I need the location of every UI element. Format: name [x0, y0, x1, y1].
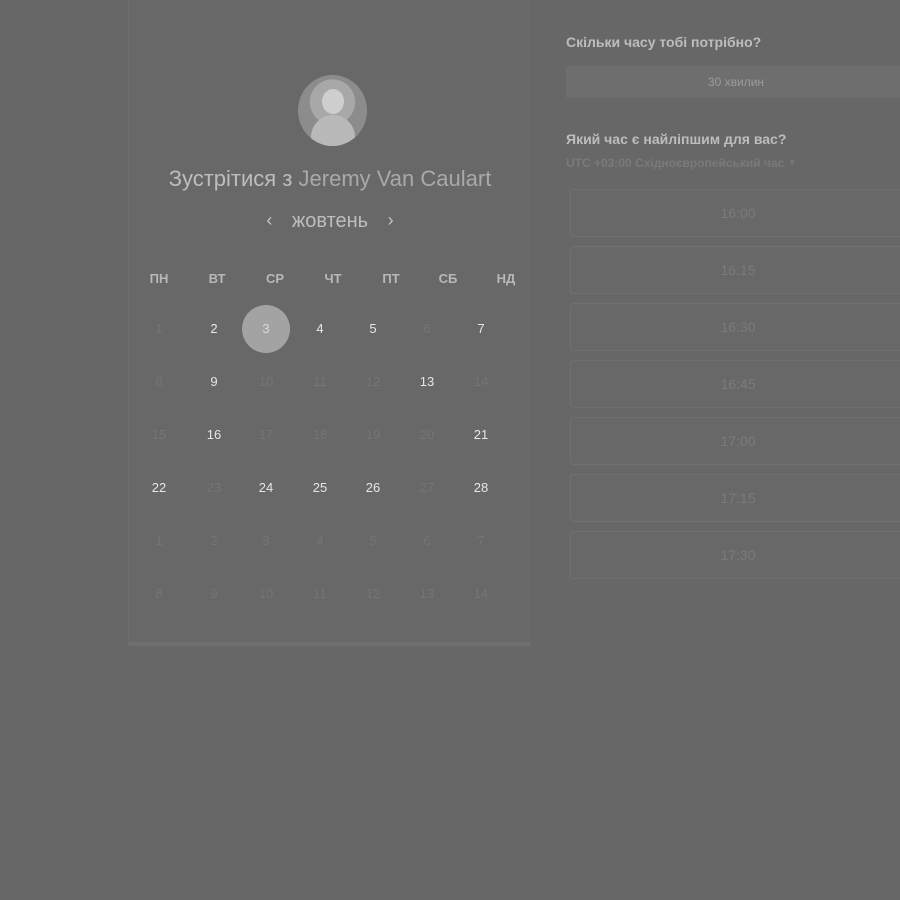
- weekday-header: ПН: [149, 271, 169, 286]
- caret-down-icon: ▼: [788, 158, 797, 167]
- weekday-header: СР: [265, 271, 285, 286]
- day-cell: 23: [206, 480, 222, 495]
- day-cell: 10: [258, 586, 274, 601]
- day-cell: 11: [313, 374, 327, 389]
- month-label: жовтень: [291, 210, 369, 232]
- day-cell: 13: [419, 586, 435, 601]
- day-cell: 10: [258, 374, 274, 389]
- timezone-label: UTC +03:00 Східноєвропейський час: [566, 156, 785, 170]
- day-cell: 20: [419, 427, 435, 442]
- day-cell-selected[interactable]: 3: [242, 305, 290, 353]
- day-cell: 12: [365, 374, 381, 389]
- day-cell[interactable]: 13: [403, 358, 451, 406]
- weekday-header: ЧТ: [324, 271, 342, 286]
- weekday-header: ВТ: [208, 271, 226, 286]
- title-prefix: Зустрітися з: [168, 166, 293, 191]
- day-cell: 14: [473, 374, 489, 389]
- day-cell: 11: [313, 586, 327, 601]
- month-navigation: ‹ жовтень ›: [129, 210, 531, 233]
- day-cell: 6: [423, 321, 431, 336]
- time-slot-button[interactable]: 16:00: [570, 189, 900, 237]
- time-slot-button[interactable]: 17:15: [570, 474, 900, 522]
- day-cell: 18: [312, 427, 328, 442]
- day-cell[interactable]: 4: [296, 305, 344, 353]
- day-cell[interactable]: 5: [349, 305, 397, 353]
- weekday-header: ПТ: [382, 271, 400, 286]
- page-title: Зустрітися з Jeremy Van Caulart: [129, 166, 531, 192]
- time-slot-button[interactable]: 16:45: [570, 360, 900, 408]
- day-cell[interactable]: 21: [457, 411, 505, 459]
- day-cell[interactable]: 7: [457, 305, 505, 353]
- day-cell: 8: [155, 374, 163, 389]
- day-cell: 9: [210, 586, 218, 601]
- day-cell: 27: [419, 480, 435, 495]
- next-month-icon[interactable]: ›: [374, 210, 408, 231]
- day-cell: 5: [369, 533, 377, 548]
- day-cell: 17: [258, 427, 274, 442]
- day-cell[interactable]: 9: [190, 358, 238, 406]
- day-cell[interactable]: 25: [296, 464, 344, 512]
- timezone-select[interactable]: UTC +03:00 Східноєвропейський час ▼: [566, 156, 796, 170]
- day-cell: 14: [473, 586, 489, 601]
- avatar-body: [311, 115, 355, 146]
- day-cell[interactable]: 22: [135, 464, 183, 512]
- time-slot-button[interactable]: 17:30: [570, 531, 900, 579]
- day-cell: 1: [155, 321, 163, 336]
- day-cell: 1: [155, 533, 163, 548]
- prev-month-icon[interactable]: ‹: [252, 210, 286, 231]
- calendar-panel: Зустрітися з Jeremy Van Caulart ‹ жовтен…: [128, 0, 530, 646]
- time-slot-button[interactable]: 16:30: [570, 303, 900, 351]
- day-cell[interactable]: 28: [457, 464, 505, 512]
- duration-question: Скільки часу тобі потрібно?: [566, 34, 762, 50]
- time-slot-button[interactable]: 16:15: [570, 246, 900, 294]
- day-cell: 8: [155, 586, 163, 601]
- weekday-header: СБ: [438, 271, 458, 286]
- day-cell: 7: [477, 533, 485, 548]
- day-cell: 4: [316, 533, 324, 548]
- time-question: Який час є найліпшим для вас?: [566, 131, 787, 147]
- day-cell: 2: [210, 533, 218, 548]
- avatar-head: [322, 89, 344, 114]
- day-cell: 15: [151, 427, 167, 442]
- day-cell[interactable]: 2: [190, 305, 238, 353]
- weekday-header: НД: [496, 271, 516, 286]
- day-cell: 19: [365, 427, 381, 442]
- day-cell: 12: [365, 586, 381, 601]
- day-cell[interactable]: 24: [242, 464, 290, 512]
- time-slot-button[interactable]: 17:00: [570, 417, 900, 465]
- avatar: [298, 75, 367, 146]
- day-cell[interactable]: 26: [349, 464, 397, 512]
- day-cell: 6: [423, 533, 431, 548]
- day-cell[interactable]: 16: [190, 411, 238, 459]
- host-name: Jeremy Van Caulart: [298, 166, 492, 191]
- duration-select[interactable]: 30 хвилин: [566, 66, 900, 98]
- day-cell: 3: [262, 533, 270, 548]
